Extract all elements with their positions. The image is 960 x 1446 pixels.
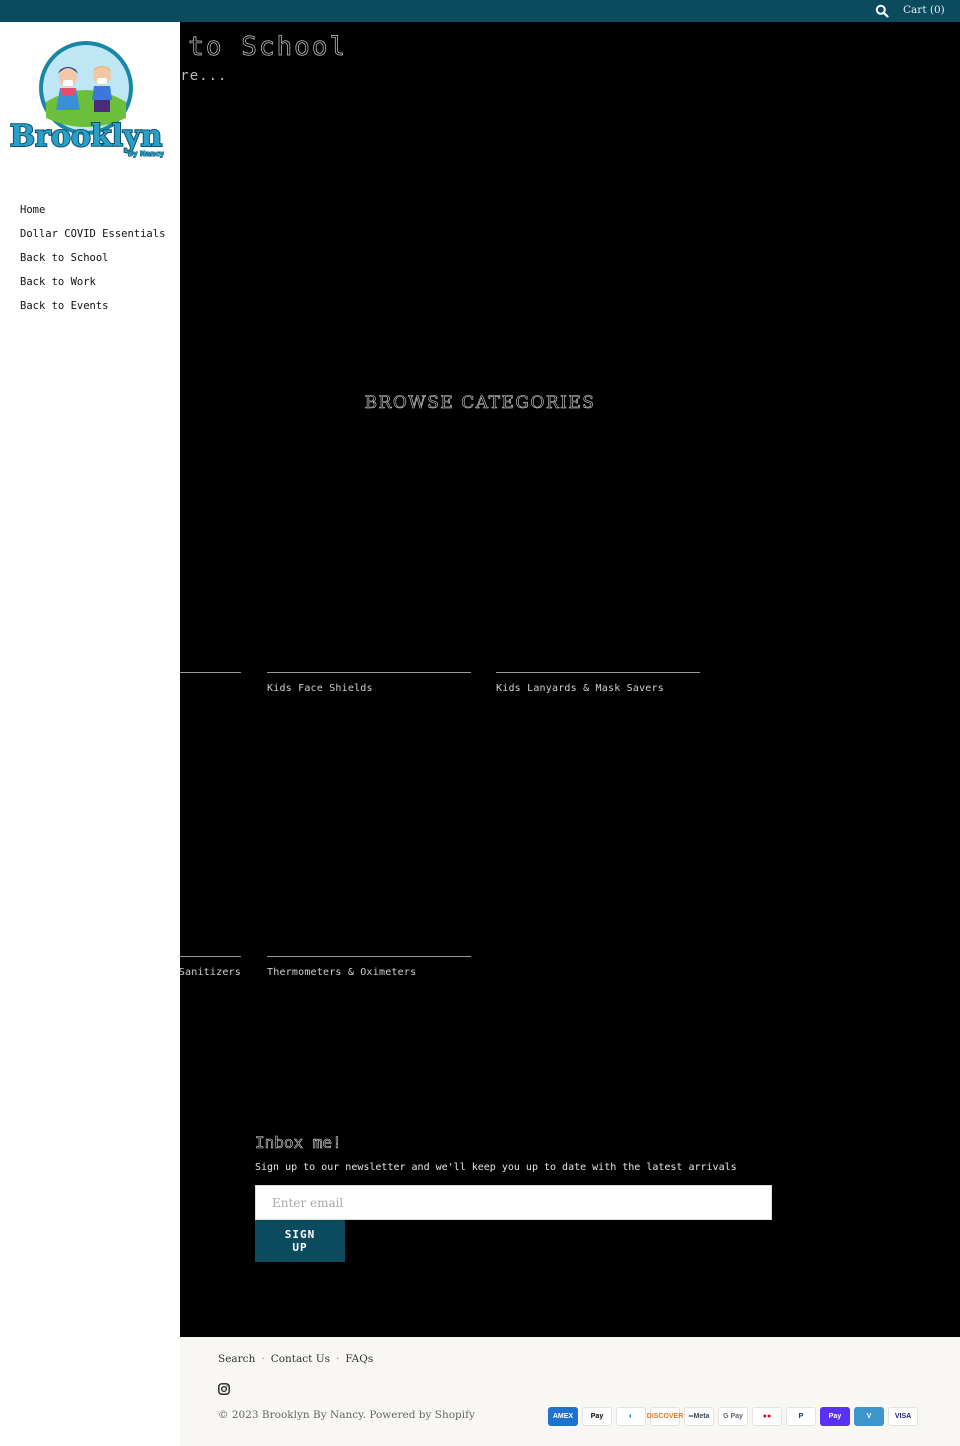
sidebar: Brooklyn by Nancy Home Dollar COVID Esse…: [0, 22, 180, 1446]
copyright-text: © 2023 Brooklyn By Nancy.: [218, 1409, 366, 1421]
brooklyn-logo[interactable]: Brooklyn by Nancy: [10, 38, 164, 158]
category-tile[interactable]: Kids Face Masks: [180, 672, 241, 694]
browse-categories-heading: BROWSE CATEGORIES: [364, 393, 596, 414]
nav-link-back-to-work[interactable]: Back to Work: [20, 276, 96, 288]
category-tile[interactable]: Thermometers & Oximeters: [267, 956, 471, 978]
nav-item: Back to Work: [20, 270, 165, 294]
payment-icon-american-express: AMEX: [548, 1407, 578, 1426]
category-label[interactable]: Kids Hand Sanitizers: [180, 967, 241, 978]
payment-icons: AMEX Pay ◐ DISCOVER ∞Meta G Pay ●● P Pay V VISA: [548, 1407, 918, 1426]
payment-icon-mastercard: ●●: [752, 1407, 782, 1426]
sidebar-nav: Home Dollar COVID Essentials Back to Sch…: [20, 198, 165, 318]
tile-divider: [180, 672, 241, 673]
nav-link-home[interactable]: Home: [20, 204, 45, 216]
payment-icon-meta-pay: ∞Meta: [684, 1407, 714, 1426]
payment-icon-discover: DISCOVER: [647, 1407, 683, 1426]
category-tile[interactable]: Kids Lanyards & Mask Savers: [496, 672, 700, 694]
separator: ·: [335, 1353, 340, 1365]
logo-subtext: by Nancy: [128, 150, 164, 158]
payment-icon-visa: VISA: [888, 1407, 918, 1426]
top-bar: Cart (0): [0, 0, 960, 22]
nav-item: Back to Events: [20, 294, 165, 318]
powered-by-link[interactable]: Powered by Shopify: [369, 1409, 475, 1421]
tile-divider: [267, 672, 471, 673]
tile-divider: [180, 956, 241, 957]
cart-link[interactable]: Cart (0): [903, 4, 945, 16]
email-input[interactable]: [255, 1185, 772, 1220]
payment-icon-google-pay: G Pay: [718, 1407, 748, 1426]
payment-icon-shop-pay: Pay: [820, 1407, 850, 1426]
nav-link-back-to-events[interactable]: Back to Events: [20, 300, 109, 312]
payment-icon-diners-club: ◐: [616, 1407, 646, 1426]
category-tile[interactable]: Kids Face Shields: [267, 672, 471, 694]
newsletter-title: Inbox me!: [255, 1133, 342, 1153]
category-label[interactable]: Kids Face Shields: [267, 683, 471, 694]
main-content: Back to School Work, Events & more... BR…: [180, 22, 960, 1337]
logo-text: Brooklyn: [10, 119, 162, 154]
category-tile[interactable]: Kids Hand Sanitizers: [180, 956, 241, 978]
payment-icon-apple-pay: Pay: [582, 1407, 612, 1426]
payment-icon-paypal: P: [786, 1407, 816, 1426]
category-label[interactable]: Thermometers & Oximeters: [267, 967, 471, 978]
footer-link-faqs[interactable]: FAQs: [345, 1353, 373, 1365]
separator: ·: [261, 1353, 265, 1365]
footer-links: Search · Contact Us · FAQs: [218, 1353, 373, 1365]
footer: Search · Contact Us · FAQs © 2023 Brooklyn B…: [180, 1337, 960, 1446]
search-icon[interactable]: [875, 4, 889, 18]
newsletter-text: Sign up to our newsletter and we'll keep…: [255, 1162, 737, 1173]
hero-title: Back to School: [180, 32, 348, 63]
nav-link-back-to-school[interactable]: Back to School: [20, 252, 109, 264]
nav-item: Home: [20, 198, 165, 222]
nav-link-dollar-covid-essentials[interactable]: Dollar COVID Essentials: [20, 228, 165, 240]
payment-icon-venmo: V: [854, 1407, 884, 1426]
category-label[interactable]: Kids Lanyards & Mask Savers: [496, 683, 700, 694]
tile-divider: [496, 672, 700, 673]
copyright: © 2023 Brooklyn By Nancy. Powered by Sho…: [218, 1409, 475, 1421]
instagram-icon[interactable]: [218, 1383, 230, 1395]
footer-link-search[interactable]: Search: [218, 1353, 255, 1365]
nav-item: Back to School: [20, 246, 165, 270]
hero-subtitle: Work, Events & more...: [180, 68, 228, 84]
category-label[interactable]: Kids Face Masks: [180, 683, 241, 694]
footer-link-contact[interactable]: Contact Us: [271, 1353, 330, 1365]
sign-up-button[interactable]: SIGN UP: [255, 1220, 345, 1262]
nav-item: Dollar COVID Essentials: [20, 222, 165, 246]
tile-divider: [267, 956, 471, 957]
